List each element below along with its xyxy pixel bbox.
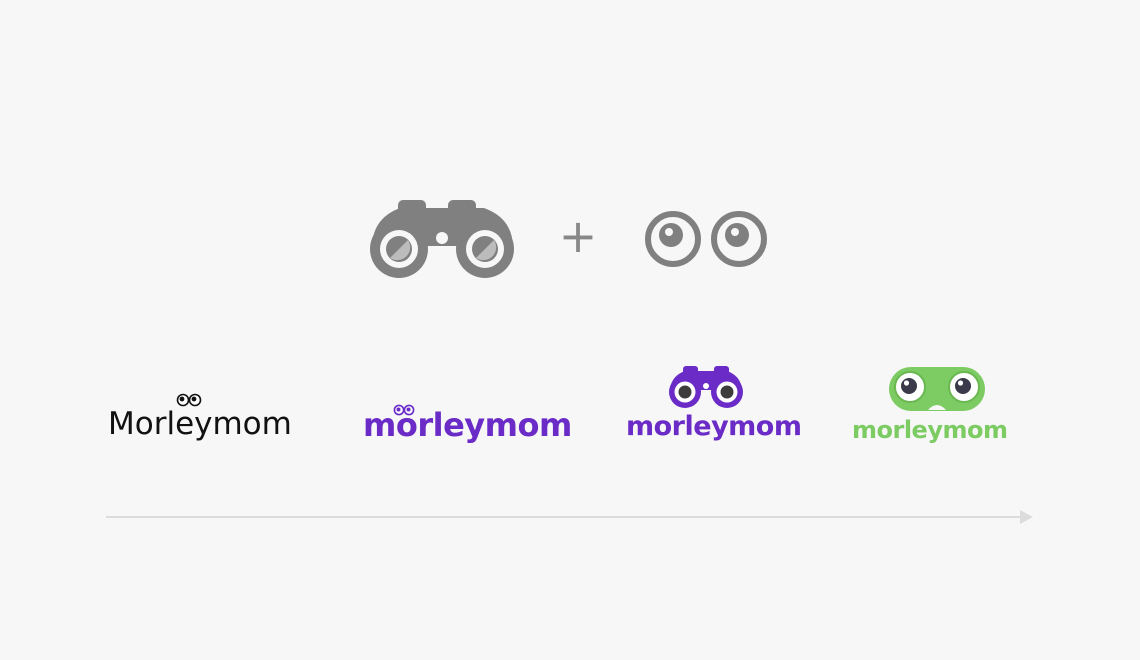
binoculars-icon: [669, 366, 743, 408]
binoculars-icon: [370, 200, 514, 278]
googly-eyes-icon: [645, 211, 767, 267]
logo-wordmark: morleymom: [626, 411, 802, 442]
logo-wordmark: morleymom: [852, 416, 1008, 444]
logo-version-2: morleymom: [363, 404, 572, 448]
plus-sign: +: [558, 209, 598, 263]
eyes-icon: [176, 393, 202, 407]
logo-version-3: morleymom: [626, 366, 802, 450]
evolution-arrow: [106, 510, 1033, 524]
goggles-icon: [889, 367, 985, 411]
logo-version-4: morleymom: [852, 366, 1022, 450]
logo-version-1: Morleymom: [108, 393, 308, 448]
logo-wordmark: Morleymom: [108, 406, 292, 442]
eyes-icon: [393, 404, 415, 416]
